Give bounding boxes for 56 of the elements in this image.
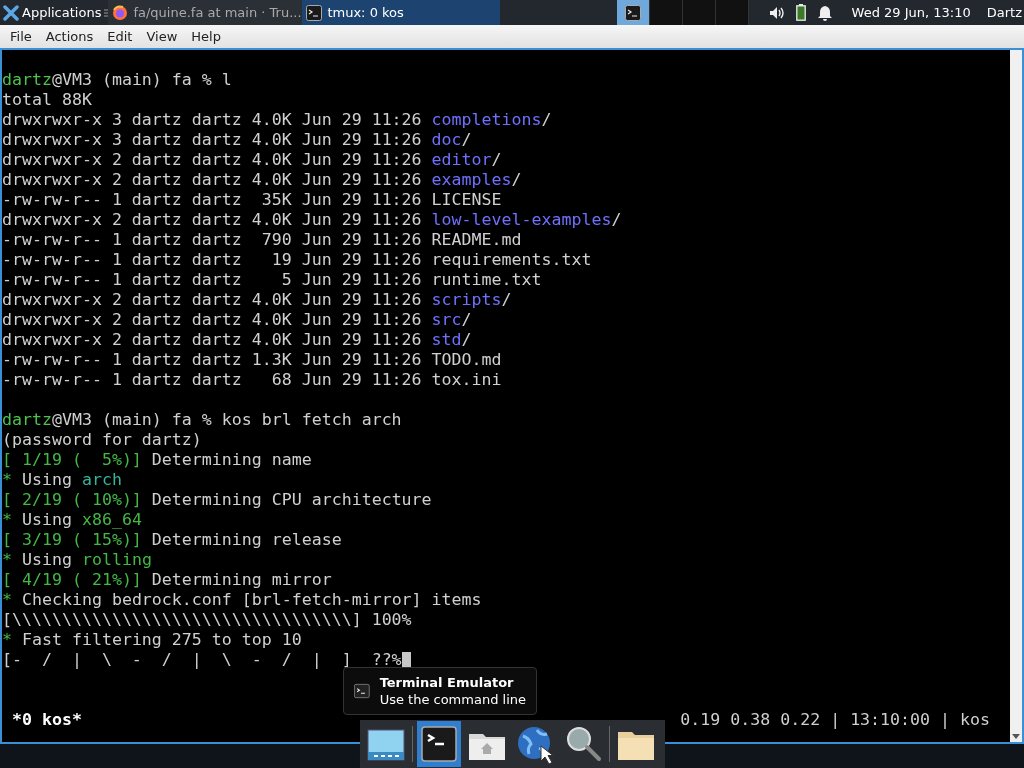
terminal-line: * Using arch	[2, 470, 122, 490]
menu-item[interactable]: Edit	[101, 24, 139, 49]
tmux-window-label: *0 kos*	[12, 710, 82, 730]
terminal-icon	[625, 4, 642, 21]
battery-icon[interactable]	[795, 4, 806, 21]
scrollbar[interactable]	[1010, 50, 1022, 742]
terminal-line: [ 2/19 ( 10%)] Determining CPU architecture	[2, 490, 432, 510]
terminal-line: * Checking bedrock.conf [brl-fetch-mirror] items	[2, 590, 482, 610]
separator-handle-icon	[104, 8, 109, 17]
clock[interactable]: Wed 29 Jun, 13:10	[851, 2, 971, 23]
terminal-icon	[354, 682, 370, 700]
terminal-line: [ 3/19 ( 15%)] Determining release	[2, 530, 342, 550]
terminal-line: (password for dartz)	[2, 430, 202, 450]
terminal-line: [\\\\\\\\\\\\\\\\\\\\\\\\\\\\\\\\\\] 100%	[2, 610, 412, 630]
menu-item[interactable]: View	[140, 24, 184, 49]
taskbar-window-button[interactable]: tmux: 0 kos	[302, 0, 501, 25]
bell-icon[interactable]	[817, 4, 832, 21]
volume-icon[interactable]	[768, 5, 784, 20]
tooltip-title: Terminal Emulator	[379, 674, 515, 691]
terminal-line: drwxrwxr-x 2 dartz dartz 4.0K Jun 29 11:26 editor/	[2, 150, 502, 170]
terminal-icon	[419, 724, 459, 764]
terminal-line: -rw-rw-r-- 1 dartz dartz 1.3K Jun 29 11:26 TODO.md	[2, 350, 502, 370]
terminal-line: total 88K	[2, 90, 92, 110]
menu-item[interactable]: Help	[185, 24, 227, 49]
down-arrow-icon[interactable]	[1012, 734, 1020, 740]
terminal-line: drwxrwxr-x 2 dartz dartz 4.0K Jun 29 11:26 scripts/	[2, 290, 512, 310]
terminal-line: -rw-rw-r-- 1 dartz dartz 35K Jun 29 11:26 LICENSE	[2, 190, 502, 210]
terminal-line: * Fast filtering 275 to top 10	[2, 630, 302, 650]
terminal-line: drwxrwxr-x 3 dartz dartz 4.0K Jun 29 11:26 doc/	[2, 130, 472, 150]
terminal-line: drwxrwxr-x 3 dartz dartz 4.0K Jun 29 11:26 completions/	[2, 110, 552, 130]
terminal-line: [ 1/19 ( 5%)] Determining name	[2, 450, 312, 470]
terminal-line: drwxrwxr-x 2 dartz dartz 4.0K Jun 29 11:26 low-level-examples/	[2, 210, 622, 230]
applications-menu[interactable]: Applications	[0, 0, 105, 25]
terminal-line: -rw-rw-r-- 1 dartz dartz 5 Jun 29 11:26 runtime.txt	[2, 270, 542, 290]
terminal-line: [- / | \ - / | \ - / | ] ??%	[2, 650, 402, 670]
terminal-line: drwxrwxr-x 2 dartz dartz 4.0K Jun 29 11:26 src/	[2, 310, 472, 330]
tooltip-description: Use the command line	[379, 691, 526, 708]
terminal-line: -rw-rw-r-- 1 dartz dartz 68 Jun 29 11:26 tox.ini	[2, 370, 502, 390]
terminal-line: -rw-rw-r-- 1 dartz dartz 790 Jun 29 11:26 README.md	[2, 230, 522, 250]
terminal-line: * Using rolling	[2, 550, 152, 570]
workspace-button[interactable]	[617, 0, 651, 25]
terminal-line: dartz@VM3 (main) fa % l	[2, 70, 232, 90]
menu-item[interactable]: File	[4, 24, 38, 49]
terminal-line: drwxrwxr-x 2 dartz dartz 4.0K Jun 29 11:26 std/	[2, 330, 472, 350]
user-name[interactable]: Dartz	[986, 2, 1022, 23]
taskbar-window-button[interactable]: fa/quine.fa at main · Tru...	[108, 0, 303, 25]
menu-item[interactable]: Actions	[39, 24, 100, 49]
dock-launcher[interactable]	[417, 721, 461, 767]
terminal-line: -rw-rw-r-- 1 dartz dartz 19 Jun 29 11:26 requirements.txt	[2, 250, 592, 270]
x-logo-icon	[3, 4, 19, 21]
terminal-icon	[306, 4, 323, 21]
tmux-status-text: 0.19 0.38 0.22 | 13:10:00 | kos	[680, 710, 990, 730]
terminal-line: * Using x86_64	[2, 510, 142, 530]
terminal-line: dartz@VM3 (main) fa % kos brl fetch arch	[2, 410, 402, 430]
terminal-line: [ 4/19 ( 21%)] Determining mirror	[2, 570, 332, 590]
terminal-line: drwxrwxr-x 2 dartz dartz 4.0K Jun 29 11:26 examples/	[2, 170, 522, 190]
